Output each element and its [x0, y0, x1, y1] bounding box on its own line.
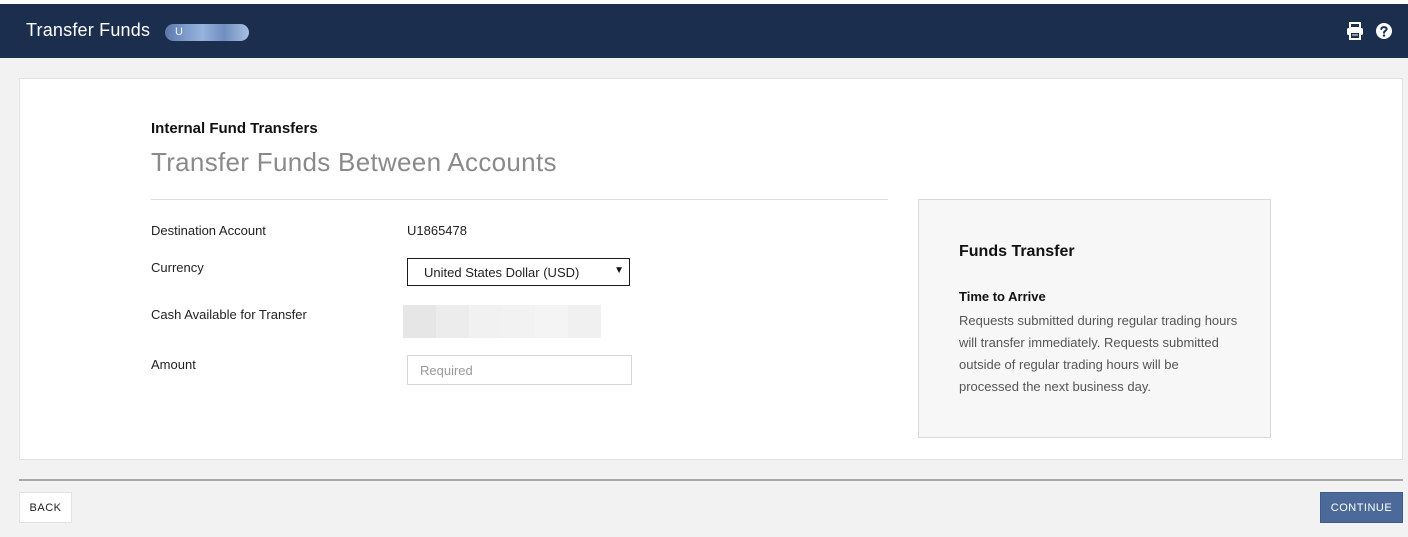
continue-button[interactable]: CONTINUE [1320, 492, 1403, 523]
destination-account-label: Destination Account [151, 223, 266, 238]
amount-input[interactable] [407, 355, 632, 385]
cash-available-label: Cash Available for Transfer [151, 307, 307, 322]
cash-available-redacted [403, 305, 601, 338]
info-title: Funds Transfer [959, 243, 1075, 260]
footer-divider [19, 479, 1403, 481]
page-title: Transfer Funds [26, 20, 151, 40]
info-subtitle: Time to Arrive [959, 289, 1046, 304]
amount-label: Amount [151, 357, 196, 372]
destination-account-value: U1865478 [407, 223, 467, 238]
currency-select[interactable]: United States Dollar (USD) ▼ [407, 258, 630, 286]
heading-divider [151, 199, 888, 200]
app-header: Transfer Funds U [0, 4, 1408, 58]
funds-transfer-info-box: Funds Transfer Time to Arrive Requests s… [918, 199, 1271, 438]
back-button[interactable]: BACK [19, 492, 72, 523]
account-pill-text: U [175, 26, 183, 38]
dropdown-arrow-icon: ▼ [614, 265, 624, 276]
account-selector-pill[interactable]: U [165, 24, 249, 41]
section-eyebrow: Internal Fund Transfers [151, 120, 318, 137]
form-heading: Transfer Funds Between Accounts [151, 147, 557, 177]
info-body-text: Requests submitted during regular tradin… [959, 313, 1238, 394]
currency-selected-value: United States Dollar (USD) [424, 265, 580, 280]
transfer-form-card: Internal Fund Transfers Transfer Funds B… [19, 78, 1403, 460]
printer-icon[interactable] [1345, 21, 1365, 41]
currency-label: Currency [151, 260, 204, 275]
question-circle-icon[interactable] [1374, 21, 1394, 41]
